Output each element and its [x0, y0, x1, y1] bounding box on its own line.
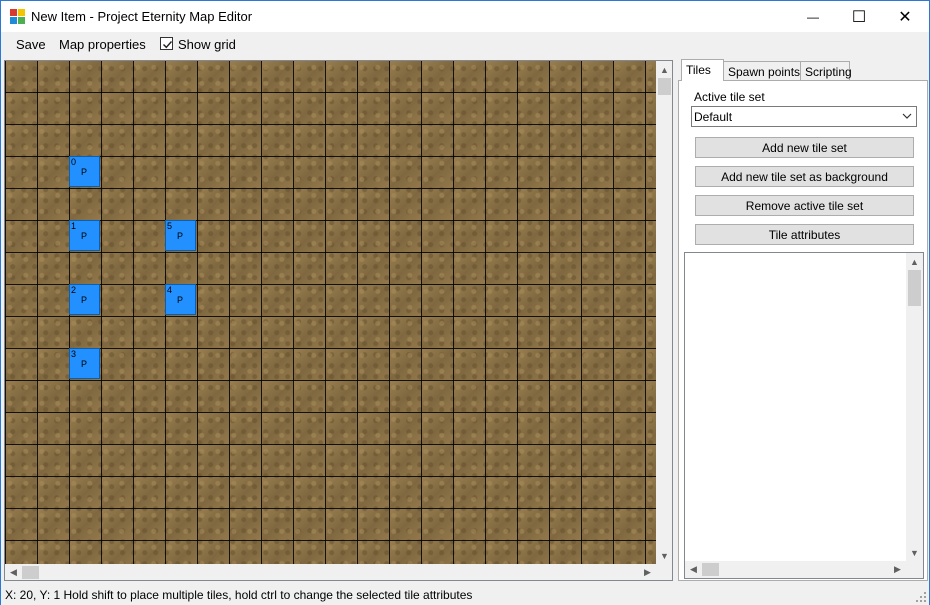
status-text: X: 20, Y: 1 Hold shift to place multiple…	[5, 588, 473, 602]
scroll-up-icon[interactable]: ▲	[906, 253, 923, 270]
spawn-tile[interactable]: 4 P	[165, 284, 196, 315]
status-bar: X: 20, Y: 1 Hold shift to place multiple…	[1, 584, 929, 605]
tab-scripting[interactable]: Scripting	[800, 61, 852, 80]
remove-tile-set-button[interactable]: Remove active tile set	[695, 195, 914, 216]
tab-control: Tiles Spawn points Scripting Active tile…	[678, 59, 928, 581]
add-tile-set-button[interactable]: Add new tile set	[695, 137, 914, 158]
app-icon	[10, 9, 26, 25]
tab-spawn-points[interactable]: Spawn points	[723, 61, 801, 80]
menu-save[interactable]: Save	[16, 37, 46, 52]
tile-label: P	[81, 295, 88, 305]
tile-label: P	[81, 167, 88, 177]
scroll-down-icon[interactable]: ▼	[656, 547, 672, 564]
minimize-button[interactable]: —	[790, 1, 836, 32]
scroll-right-icon[interactable]: ▶	[639, 564, 656, 580]
tile-number: 0	[71, 157, 77, 167]
tile-label: P	[177, 295, 184, 305]
window-title: New Item - Project Eternity Map Editor	[31, 9, 253, 24]
add-tile-set-background-button[interactable]: Add new tile set as background	[695, 166, 914, 187]
scroll-down-icon[interactable]: ▼	[906, 544, 923, 561]
resize-grip-icon[interactable]	[915, 591, 927, 603]
maximize-icon: ☐	[851, 8, 867, 26]
tile-number: 3	[71, 349, 77, 359]
maximize-button[interactable]: ☐	[836, 1, 882, 32]
tile-number: 2	[71, 285, 77, 295]
scroll-thumb[interactable]	[908, 270, 921, 306]
tab-tiles[interactable]: Tiles	[681, 59, 724, 81]
chevron-down-icon	[902, 108, 912, 127]
show-grid-checkbox[interactable]	[160, 37, 173, 50]
minimize-icon: —	[807, 9, 819, 24]
scroll-up-icon[interactable]: ▲	[656, 61, 672, 78]
tile-label: P	[81, 359, 88, 369]
close-button[interactable]: ✕	[882, 1, 928, 32]
tile-number: 1	[71, 221, 77, 231]
menu-bar: Save Map properties Show grid	[1, 32, 929, 56]
tile-number: 4	[167, 285, 173, 295]
scroll-corner	[906, 561, 923, 578]
checkmark-icon	[163, 41, 173, 49]
spawn-tile[interactable]: 2 P	[69, 284, 100, 315]
map-vertical-scrollbar[interactable]: ▲ ▼	[656, 61, 672, 564]
map-canvas[interactable]: 0 P 1 P 2 P 3 P 5 P 4 P	[5, 61, 656, 564]
show-grid-label[interactable]: Show grid	[178, 37, 236, 52]
tiles-tab-page: Active tile set Default Add new tile set…	[678, 80, 928, 581]
tileset-vertical-scrollbar[interactable]: ▲ ▼	[906, 253, 923, 561]
scroll-right-icon[interactable]: ▶	[889, 561, 906, 578]
map-view[interactable]: 0 P 1 P 2 P 3 P 5 P 4 P ▲ ▼ ◀ ▶	[4, 60, 673, 581]
spawn-tile[interactable]: 5 P	[165, 220, 196, 251]
tile-label: P	[177, 231, 184, 241]
active-tile-set-label: Active tile set	[694, 90, 765, 104]
active-tile-set-value: Default	[694, 110, 733, 124]
scroll-corner	[656, 564, 672, 580]
menu-map-properties[interactable]: Map properties	[59, 37, 146, 52]
close-icon: ✕	[898, 8, 912, 26]
app-window: New Item - Project Eternity Map Editor —…	[0, 0, 930, 605]
tile-number: 5	[167, 221, 173, 231]
spawn-tile[interactable]: 1 P	[69, 220, 100, 251]
scroll-left-icon[interactable]: ◀	[685, 561, 702, 578]
tile-attributes-button[interactable]: Tile attributes	[695, 224, 914, 245]
tileset-horizontal-scrollbar[interactable]: ◀ ▶	[685, 561, 906, 578]
title-bar: New Item - Project Eternity Map Editor —…	[1, 1, 929, 32]
tile-set-viewer[interactable]: ▲ ▼ ◀ ▶	[684, 252, 924, 579]
scroll-left-icon[interactable]: ◀	[5, 564, 22, 580]
spawn-tile[interactable]: 0 P	[69, 156, 100, 187]
map-horizontal-scrollbar[interactable]: ◀ ▶	[5, 564, 656, 580]
scroll-thumb[interactable]	[702, 563, 719, 576]
spawn-tile[interactable]: 3 P	[69, 348, 100, 379]
scroll-thumb[interactable]	[658, 78, 671, 95]
active-tile-set-dropdown[interactable]: Default	[691, 106, 917, 127]
tile-label: P	[81, 231, 88, 241]
scroll-thumb[interactable]	[22, 566, 39, 579]
